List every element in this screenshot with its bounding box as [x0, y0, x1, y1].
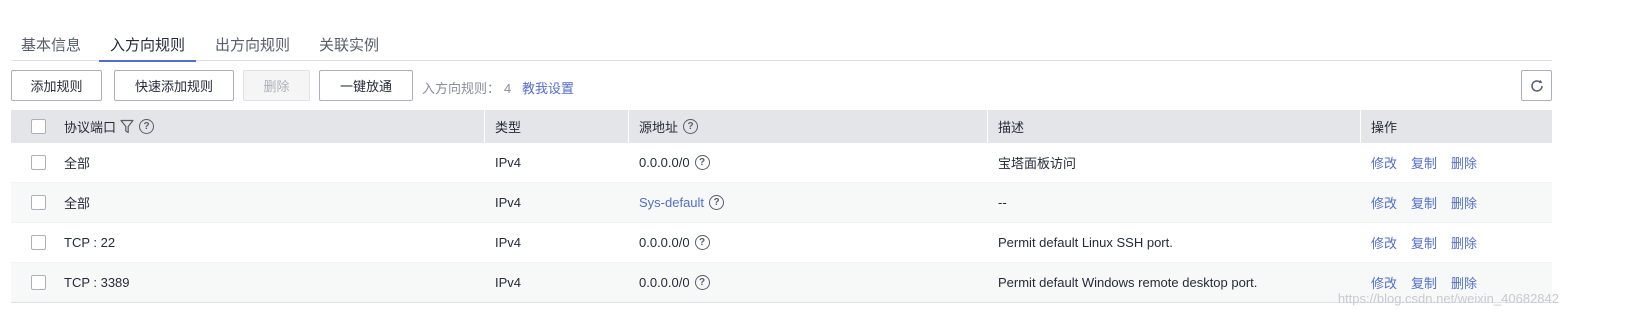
table-row: 全部 IPv4 0.0.0.0/0 ? 宝塔面板访问 修改 复制 删除 — [11, 143, 1552, 183]
cell-actions: 修改 复制 删除 — [1371, 223, 1491, 262]
cell-description: 宝塔面板访问 — [998, 156, 1077, 171]
cell-description: Permit default Linux SSH port. — [998, 235, 1173, 250]
source-value: 0.0.0.0/0 — [639, 275, 690, 290]
delete-button[interactable]: 删除 — [243, 70, 310, 101]
teach-me-link[interactable]: 教我设置 — [522, 78, 574, 97]
cell-source: 0.0.0.0/0 ? — [639, 143, 710, 182]
cell-source: 0.0.0.0/0 ? — [639, 263, 710, 302]
select-all-cell — [31, 110, 46, 143]
watermark: https://blog.csdn.net/weixin_40682842 — [1337, 291, 1559, 306]
source-value: 0.0.0.0/0 — [639, 155, 690, 170]
table-row: 全部 IPv4 Sys-default ? -- 修改 复制 删除 — [11, 183, 1552, 223]
copy-link[interactable]: 复制 — [1411, 193, 1437, 212]
tab-inbound-rules[interactable]: 入方向规则 — [98, 34, 197, 62]
delete-link[interactable]: 删除 — [1451, 153, 1477, 172]
cell-description: -- — [998, 195, 1007, 210]
help-icon[interactable]: ? — [694, 155, 710, 170]
help-icon[interactable]: ? — [683, 119, 699, 134]
header-actions: 操作 — [1371, 120, 1398, 135]
row-checkbox[interactable] — [31, 155, 46, 170]
tab-outbound-rules[interactable]: 出方向规则 — [215, 34, 290, 61]
add-rule-button[interactable]: 添加规则 — [11, 70, 102, 101]
cell-description: Permit default Windows remote desktop po… — [998, 275, 1258, 290]
rule-count: 入方向规则： 4 — [422, 78, 511, 97]
rule-count-label: 入方向规则： — [422, 81, 501, 96]
help-icon[interactable]: ? — [139, 119, 155, 134]
table-row: TCP : 3389 IPv4 0.0.0.0/0 ? Permit defau… — [11, 263, 1552, 303]
header-protocol-port: 协议端口 ? — [64, 110, 155, 143]
source-value: 0.0.0.0/0 — [639, 235, 690, 250]
tab-associated-instances[interactable]: 关联实例 — [319, 34, 379, 61]
rule-count-value: 4 — [504, 81, 512, 96]
row-checkbox[interactable] — [31, 195, 46, 210]
header-description: 描述 — [998, 120, 1025, 135]
cell-actions: 修改 复制 删除 — [1371, 183, 1491, 222]
refresh-icon — [1530, 79, 1543, 92]
cell-protocol-port: 全部 — [64, 156, 91, 171]
modify-link[interactable]: 修改 — [1371, 273, 1397, 292]
row-checkbox[interactable] — [31, 235, 46, 250]
delete-link[interactable]: 删除 — [1451, 193, 1477, 212]
select-all-checkbox[interactable] — [31, 119, 46, 134]
cell-protocol-port: TCP : 3389 — [64, 275, 130, 290]
inbound-rules-table: 协议端口 ? 类型 源地址 ? 描述 操作 全部 IPv4 0.0.0.0/0 … — [11, 110, 1552, 303]
cell-source: Sys-default ? — [639, 183, 725, 222]
header-type: 类型 — [495, 120, 522, 135]
quick-add-rule-button[interactable]: 快速添加规则 — [114, 70, 234, 101]
copy-link[interactable]: 复制 — [1411, 273, 1437, 292]
table-header: 协议端口 ? 类型 源地址 ? 描述 操作 — [11, 110, 1552, 143]
header-source-label: 源地址 — [639, 120, 679, 135]
toolbar: 添加规则 快速添加规则 删除 一键放通 入方向规则： 4 教我设置 — [11, 70, 1552, 102]
tab-bar: 基本信息 入方向规则 出方向规则 关联实例 — [11, 26, 1552, 62]
cell-type: IPv4 — [495, 235, 522, 250]
modify-link[interactable]: 修改 — [1371, 153, 1397, 172]
cell-type: IPv4 — [495, 155, 522, 170]
delete-link[interactable]: 删除 — [1451, 273, 1477, 292]
header-protocol-port-label: 协议端口 — [64, 120, 117, 135]
filter-icon[interactable] — [120, 119, 134, 134]
table-row: TCP : 22 IPv4 0.0.0.0/0 ? Permit default… — [11, 223, 1552, 263]
cell-source: 0.0.0.0/0 ? — [639, 223, 710, 262]
row-checkbox[interactable] — [31, 275, 46, 290]
cell-type: IPv4 — [495, 195, 522, 210]
delete-link[interactable]: 删除 — [1451, 233, 1477, 252]
refresh-button[interactable] — [1521, 70, 1552, 101]
help-icon[interactable]: ? — [694, 275, 710, 290]
header-source: 源地址 ? — [639, 110, 699, 143]
cell-actions: 修改 复制 删除 — [1371, 143, 1491, 182]
modify-link[interactable]: 修改 — [1371, 233, 1397, 252]
one-click-allow-button[interactable]: 一键放通 — [319, 70, 413, 101]
cell-protocol-port: 全部 — [64, 196, 91, 211]
copy-link[interactable]: 复制 — [1411, 153, 1437, 172]
help-icon[interactable]: ? — [694, 235, 710, 250]
copy-link[interactable]: 复制 — [1411, 233, 1437, 252]
tab-basic-info[interactable]: 基本信息 — [21, 34, 81, 61]
cell-type: IPv4 — [495, 275, 522, 290]
help-icon[interactable]: ? — [709, 195, 725, 210]
cell-protocol-port: TCP : 22 — [64, 235, 116, 250]
modify-link[interactable]: 修改 — [1371, 193, 1397, 212]
source-link[interactable]: Sys-default — [639, 195, 704, 210]
